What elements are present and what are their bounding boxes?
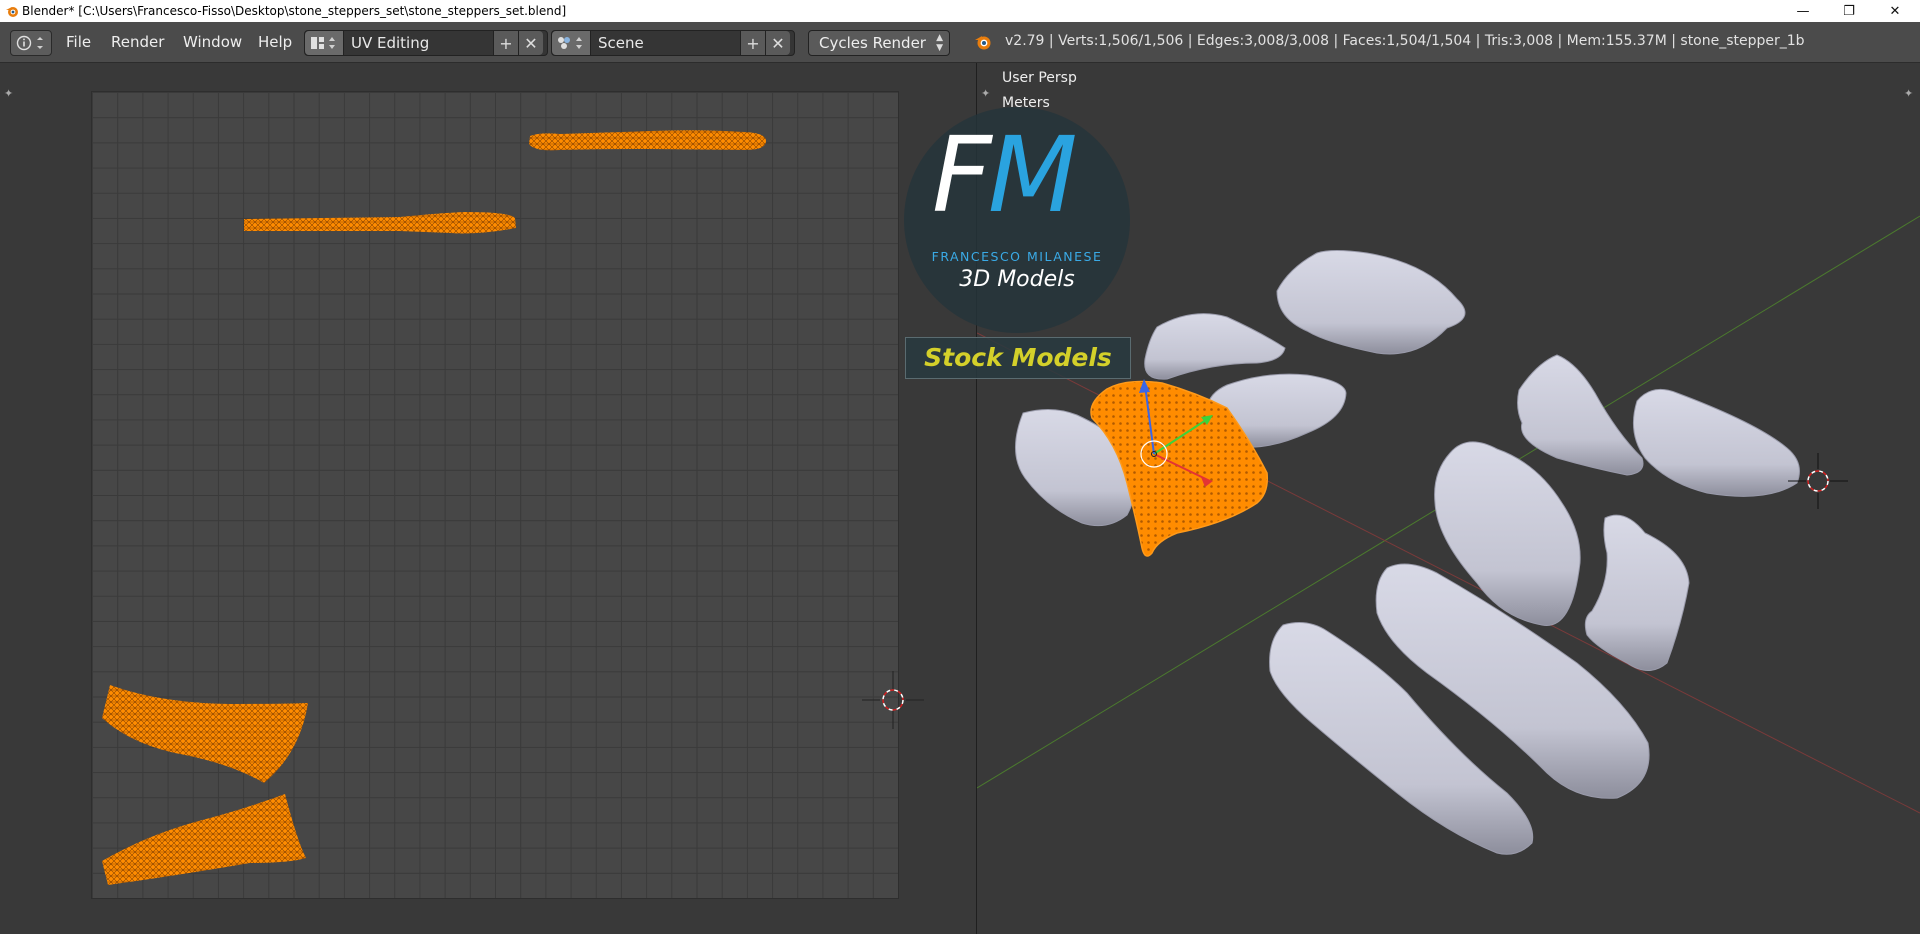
area-corner-icon[interactable]: ✦: [1904, 88, 1914, 99]
stone-large-right[interactable]: [1632, 388, 1800, 497]
scene-selector[interactable]: Scene + ✕: [551, 30, 795, 56]
blender-version-icon: [975, 36, 991, 50]
watermark-stock-badge: Stock Models: [905, 337, 1131, 379]
info-icon: [16, 35, 43, 51]
window-titlebar: Blender* [C:\Users\Francesco-Fisso\Deskt…: [0, 0, 1920, 22]
blender-logo-icon: [6, 7, 18, 17]
watermark-author: FRANCESCO MILANESE: [931, 249, 1103, 264]
stone-small-left[interactable]: [1144, 313, 1286, 380]
render-engine-select[interactable]: Cycles Render ▲ ▼: [808, 30, 950, 56]
menu-render[interactable]: Render: [111, 33, 164, 51]
uv-island-fan-lower[interactable]: [102, 794, 306, 885]
remove-scene-button[interactable]: ✕: [765, 31, 790, 55]
uv-island-fan-upper[interactable]: [102, 685, 308, 783]
uv-image-editor[interactable]: ✦: [0, 63, 977, 934]
uv-islands[interactable]: [0, 63, 976, 934]
window-title: Blender* [C:\Users\Francesco-Fisso\Deskt…: [22, 4, 567, 18]
editor-type-button[interactable]: [10, 30, 52, 56]
menu-window[interactable]: Window: [183, 33, 242, 51]
layout-name[interactable]: UV Editing: [351, 34, 429, 52]
maximize-button[interactable]: ❐: [1826, 0, 1872, 22]
scene-icon[interactable]: [552, 31, 591, 55]
uv-island-strip-middle[interactable]: [244, 212, 516, 234]
dropdown-arrows-icon: ▲ ▼: [936, 33, 943, 53]
close-window-button[interactable]: ✕: [1872, 0, 1918, 22]
area-corner-icon[interactable]: ✦: [981, 88, 991, 99]
minimize-button[interactable]: —: [1780, 0, 1826, 22]
add-layout-button[interactable]: +: [493, 31, 518, 55]
watermark-logo: FM: [932, 114, 1078, 236]
screen-layout-selector[interactable]: UV Editing + ✕: [304, 30, 548, 56]
watermark-tagline: 3D Models: [959, 267, 1075, 292]
stone-top-wide[interactable]: [1276, 250, 1466, 355]
scene-stats: v2.79 | Verts:1,506/1,506 | Edges:3,008/…: [1005, 33, 1805, 49]
render-engine-label[interactable]: Cycles Render: [819, 34, 926, 52]
stone-small-tall[interactable]: [1584, 514, 1690, 671]
uv-island-strip-top[interactable]: [529, 130, 766, 151]
stone-triangle-right[interactable]: [1517, 354, 1644, 476]
info-header: File Render Window Help UV Editing + ✕ S…: [0, 22, 1920, 63]
remove-layout-button[interactable]: ✕: [518, 31, 543, 55]
layout-icon[interactable]: [305, 31, 344, 55]
view-label: User Persp: [1002, 70, 1077, 86]
scene-name[interactable]: Scene: [598, 34, 644, 52]
menu-help[interactable]: Help: [258, 33, 292, 51]
menu-file[interactable]: File: [66, 33, 91, 51]
add-scene-button[interactable]: +: [740, 31, 765, 55]
2d-cursor-icon[interactable]: [862, 671, 924, 729]
